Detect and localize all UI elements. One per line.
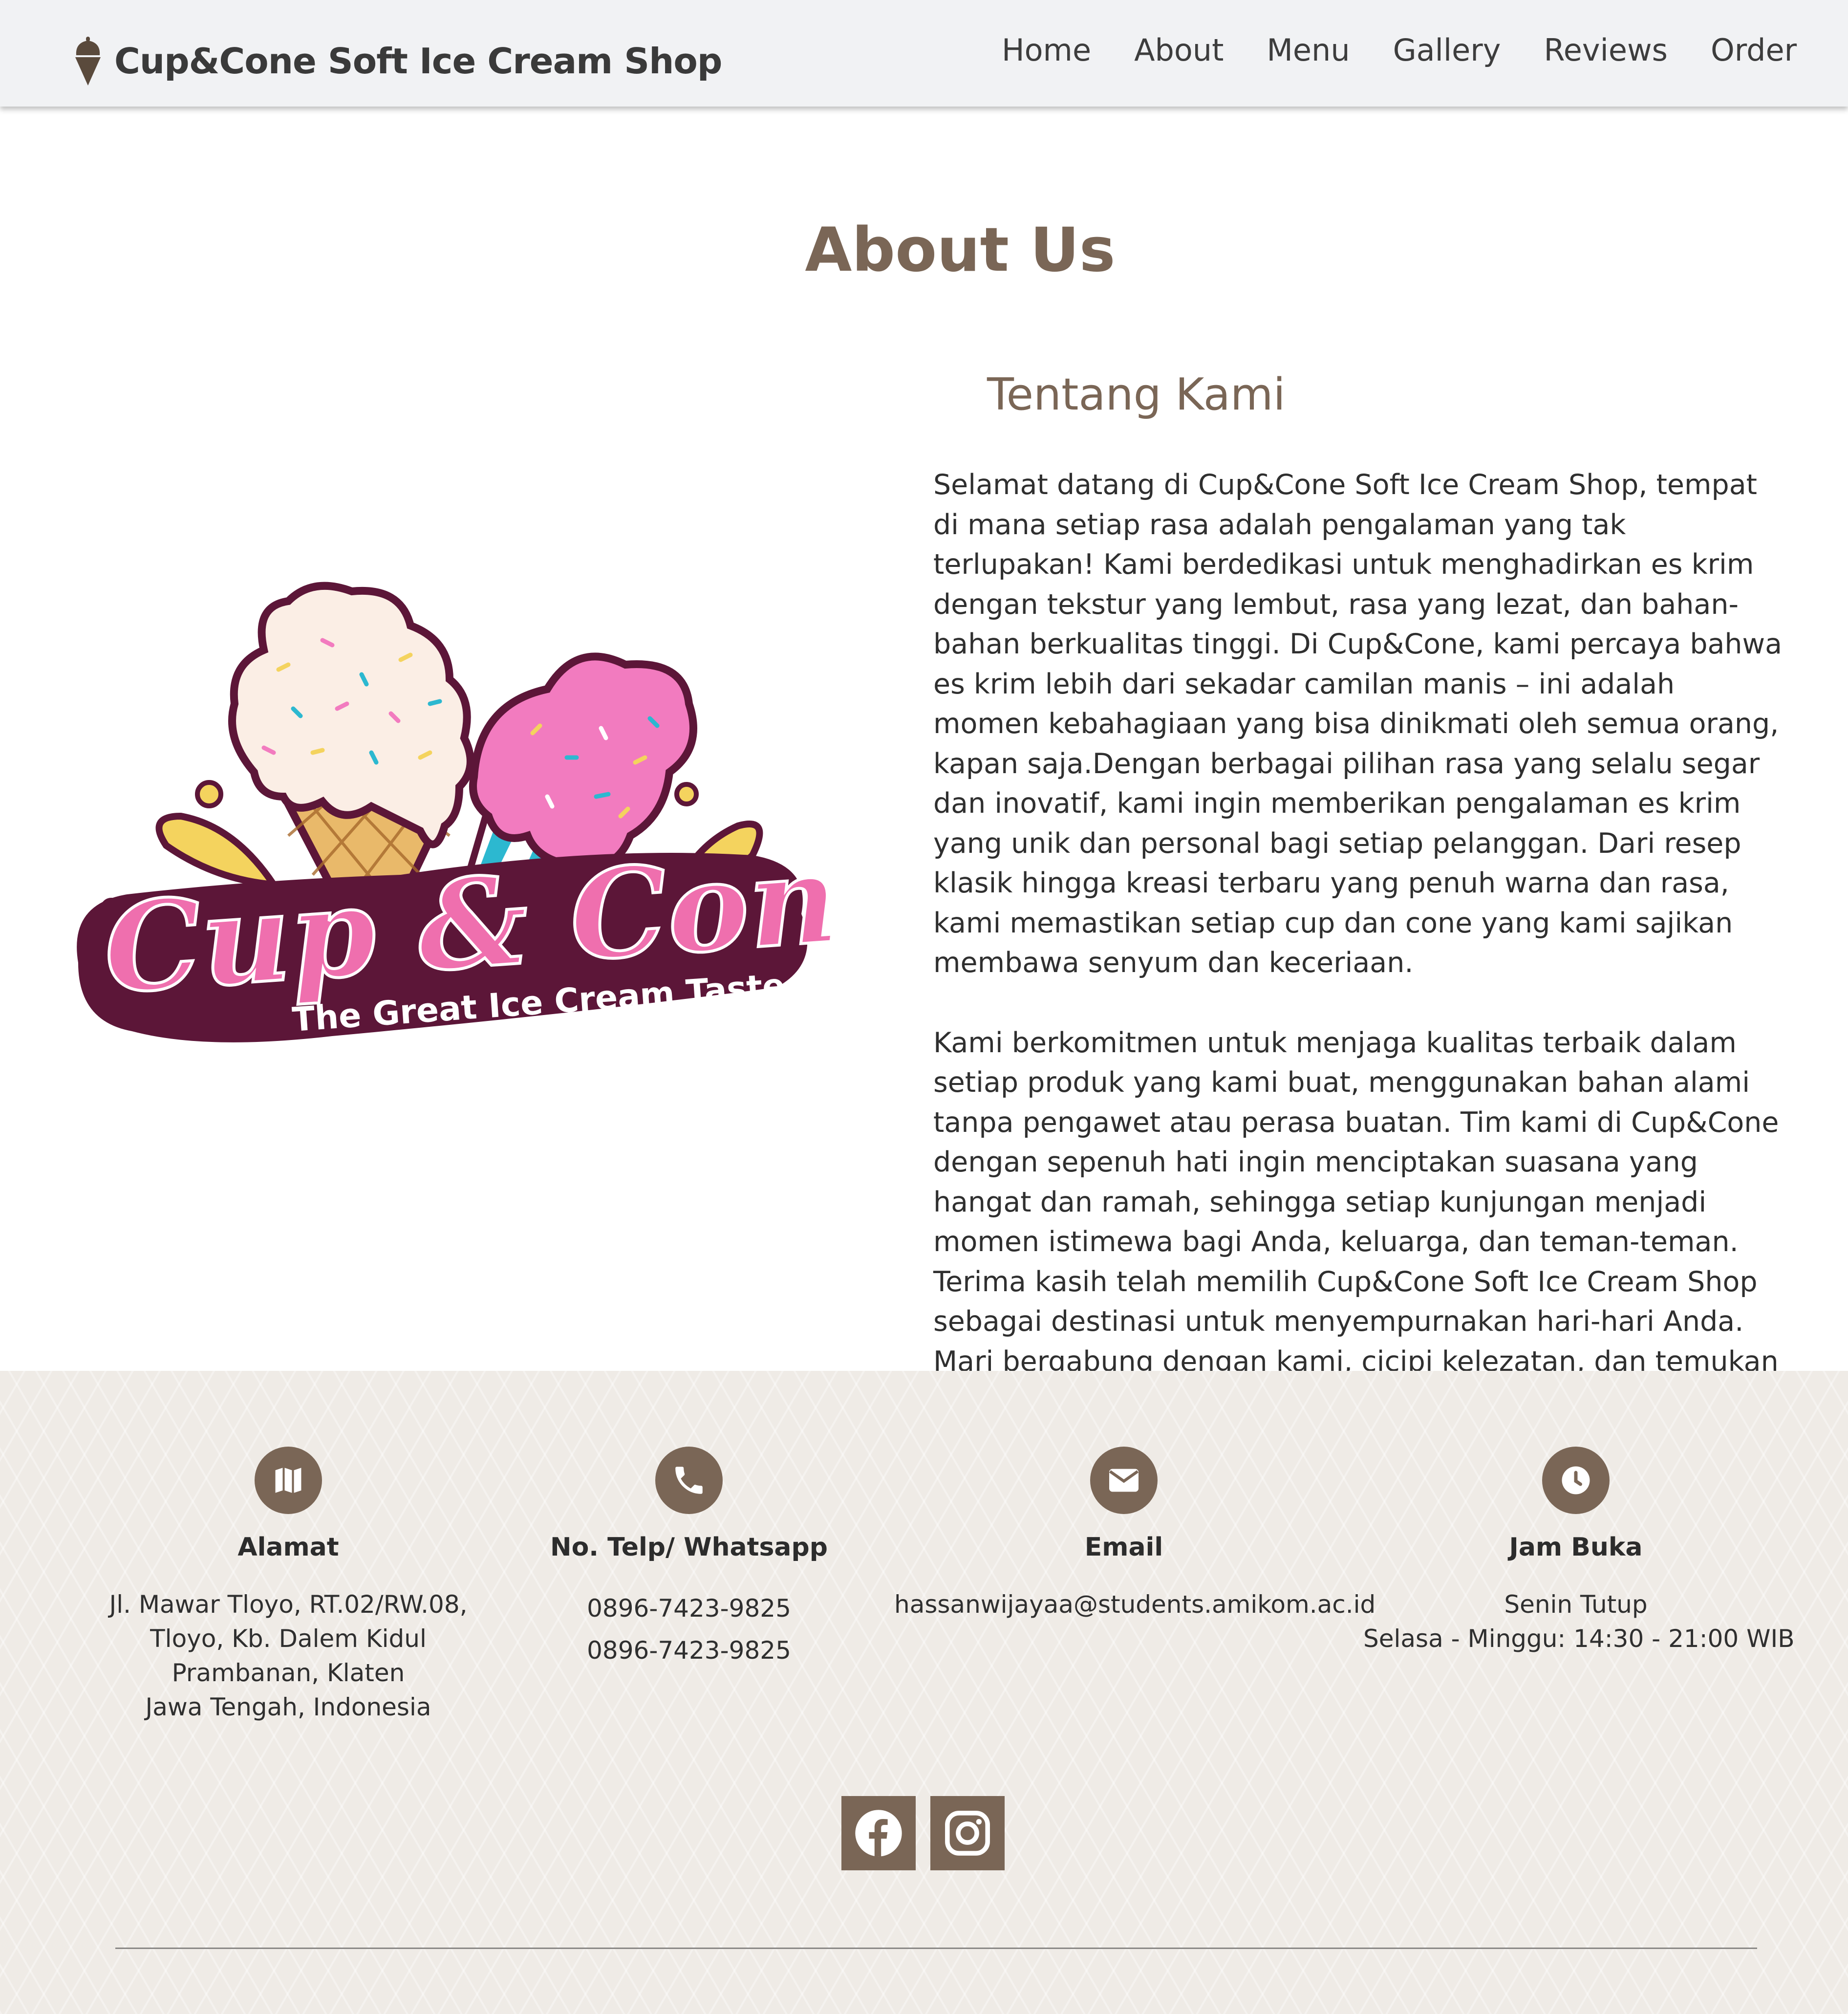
- hours-label: Jam Buka: [1509, 1533, 1643, 1562]
- whatsapp-number[interactable]: 0896-7423-9825: [518, 1629, 860, 1671]
- phone-icon: [655, 1447, 723, 1514]
- nav-link-home[interactable]: Home: [1002, 32, 1091, 68]
- footer-divider: [115, 1948, 1757, 1949]
- instagram-button[interactable]: [930, 1796, 1005, 1870]
- nav-link-menu[interactable]: Menu: [1267, 32, 1350, 68]
- address-line: Prambanan, Klaten: [172, 1659, 405, 1687]
- nav-link-reviews[interactable]: Reviews: [1544, 32, 1668, 68]
- email-address[interactable]: hassanwijayaa@students.amikom.ac.id: [894, 1587, 1375, 1622]
- phone-label: No. Telp/ Whatsapp: [550, 1533, 828, 1562]
- email-block: Email hassanwijayaa@students.amikom.ac.i…: [894, 1447, 1375, 1622]
- email-lines: hassanwijayaa@students.amikom.ac.id: [894, 1587, 1375, 1622]
- address-line: Jl. Mawar Tloyo, RT.02/RW.08,: [109, 1590, 468, 1619]
- facebook-button[interactable]: [841, 1796, 916, 1870]
- section-subtitle: Tentang Kami: [987, 369, 1286, 420]
- mail-icon: [1090, 1447, 1158, 1514]
- ice-cream-icon: [75, 37, 101, 86]
- logo-illustration: Cup & Cone The Great Ice Cream Taste: [77, 582, 921, 1042]
- phone-block: No. Telp/ Whatsapp 0896-7423-9825 0896-7…: [518, 1447, 860, 1671]
- hours-block: Jam Buka Senin Tutup Selasa - Minggu: 14…: [1363, 1447, 1795, 1656]
- footer: Alamat Jl. Mawar Tloyo, RT.02/RW.08, Tlo…: [0, 1371, 1848, 2014]
- address-line: Jawa Tengah, Indonesia: [145, 1693, 431, 1721]
- hours-line: Senin Tutup: [1504, 1590, 1648, 1619]
- phone-number[interactable]: 0896-7423-9825: [518, 1587, 860, 1629]
- about-text: Selamat datang di Cup&Cone Soft Ice Crea…: [933, 465, 1788, 1461]
- hours-line: Selasa - Minggu: 14:30 - 21:00 WIB: [1363, 1624, 1795, 1653]
- brand-name: Cup&Cone Soft Ice Cream Shop: [114, 41, 722, 82]
- instagram-icon: [945, 1811, 990, 1856]
- phone-lines: 0896-7423-9825 0896-7423-9825: [518, 1587, 860, 1671]
- email-label: Email: [1084, 1533, 1163, 1562]
- address-label: Alamat: [237, 1533, 339, 1562]
- address-line: Tloyo, Kb. Dalem Kidul: [150, 1624, 427, 1653]
- cup-cone-logo: Cup & Cone The Great Ice Cream Taste: [59, 542, 921, 1109]
- address-block: Alamat Jl. Mawar Tloyo, RT.02/RW.08, Tlo…: [93, 1447, 484, 1724]
- navbar: Cup&Cone Soft Ice Cream Shop Home About …: [0, 0, 1848, 107]
- map-icon: [255, 1447, 322, 1514]
- facebook-icon: [855, 1810, 902, 1857]
- brand[interactable]: Cup&Cone Soft Ice Cream Shop: [72, 34, 722, 88]
- nav-link-gallery[interactable]: Gallery: [1393, 32, 1501, 68]
- address-lines: Jl. Mawar Tloyo, RT.02/RW.08, Tloyo, Kb.…: [93, 1587, 484, 1724]
- about-title: About Us: [805, 215, 1116, 285]
- nav-link-about[interactable]: About: [1134, 32, 1224, 68]
- social-links: [841, 1796, 1005, 1870]
- clock-icon: [1542, 1447, 1610, 1514]
- nav-links: Home About Menu Gallery Reviews Order: [1002, 32, 1797, 68]
- hours-lines: Senin Tutup Selasa - Minggu: 14:30 - 21:…: [1363, 1587, 1795, 1656]
- nav-link-order[interactable]: Order: [1711, 32, 1797, 68]
- about-paragraph: Selamat datang di Cup&Cone Soft Ice Crea…: [933, 469, 1783, 979]
